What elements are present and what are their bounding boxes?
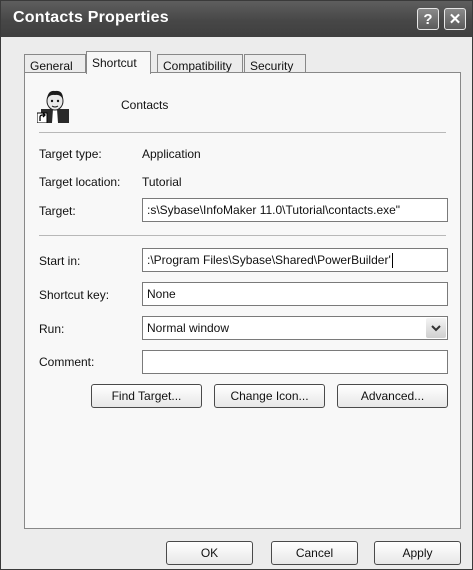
comment-label: Comment: <box>39 355 95 369</box>
target-field[interactable]: :s\Sybase\InfoMaker 11.0\Tutorial\contac… <box>142 198 448 222</box>
change-icon-button[interactable]: Change Icon... <box>214 384 325 408</box>
start-in-field[interactable]: :\Program Files\Sybase\Shared\PowerBuild… <box>142 248 448 272</box>
find-target-button[interactable]: Find Target... <box>91 384 202 408</box>
ok-button[interactable]: OK <box>166 541 253 565</box>
properties-window: Contacts Properties ? ✕ General Shortcut… <box>0 0 473 570</box>
run-label: Run: <box>39 322 65 336</box>
target-type-label: Target type: <box>39 147 102 161</box>
text-cursor <box>391 253 393 269</box>
tab-shortcut[interactable]: Shortcut <box>86 51 151 74</box>
cancel-button[interactable]: Cancel <box>271 541 358 565</box>
window-title: Contacts Properties <box>13 9 169 26</box>
comment-field[interactable] <box>142 350 448 374</box>
tab-general[interactable]: General <box>24 54 86 74</box>
shortcut-key-label: Shortcut key: <box>39 288 110 302</box>
close-button[interactable]: ✕ <box>444 8 466 30</box>
separator <box>39 132 446 133</box>
contacts-app-icon <box>36 87 73 124</box>
help-button[interactable]: ? <box>417 8 439 30</box>
advanced-button[interactable]: Advanced... <box>337 384 448 408</box>
shortcut-key-field[interactable]: None <box>142 282 448 306</box>
target-location-value: Tutorial <box>142 175 182 189</box>
target-location-label: Target location: <box>39 175 121 189</box>
target-type-value: Application <box>142 147 201 161</box>
run-selected-value: Normal window <box>147 321 230 335</box>
run-dropdown[interactable]: Normal window <box>142 316 448 340</box>
target-label: Target: <box>39 204 76 218</box>
separator <box>39 235 446 236</box>
apply-button[interactable]: Apply <box>374 541 461 565</box>
start-in-value: :\Program Files\Sybase\Shared\PowerBuild… <box>147 253 391 267</box>
start-in-label: Start in: <box>39 254 81 268</box>
shortcut-panel: Contacts Target type: Application Target… <box>24 72 461 529</box>
shortcut-name: Contacts <box>121 98 169 112</box>
title-bar[interactable]: Contacts Properties ? ✕ <box>1 1 472 37</box>
tab-security[interactable]: Security <box>244 54 306 74</box>
tab-compatibility[interactable]: Compatibility <box>157 54 243 74</box>
chevron-down-icon[interactable] <box>426 318 446 338</box>
